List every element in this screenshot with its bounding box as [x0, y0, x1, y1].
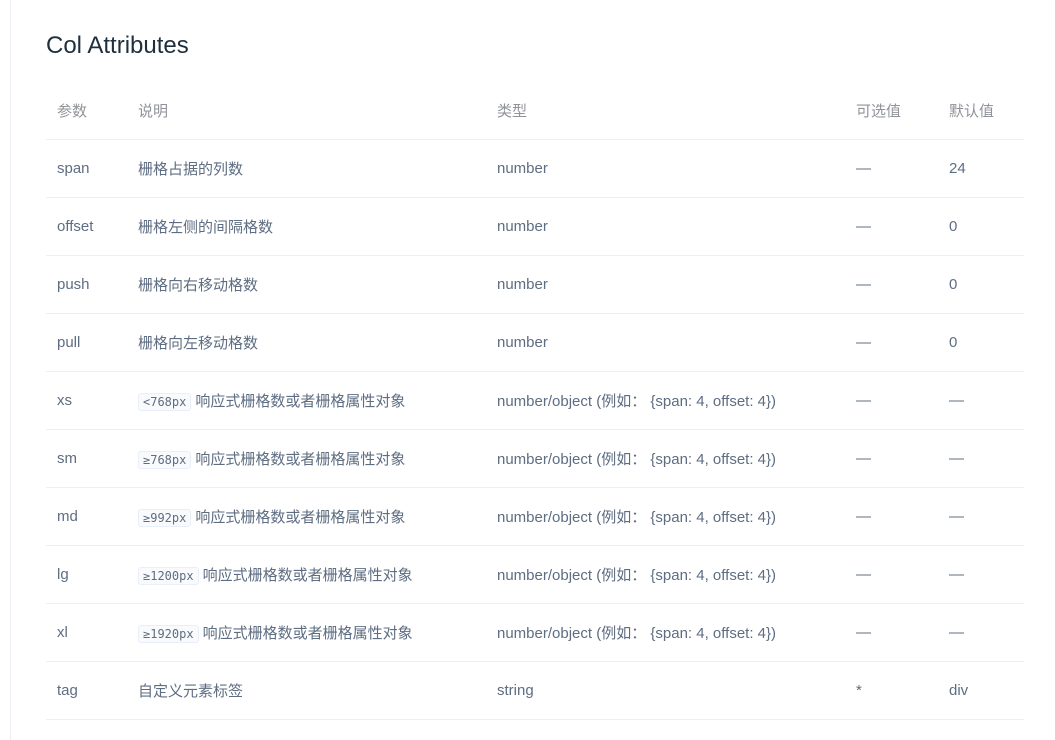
cell-desc: ≥992px 响应式栅格数或者栅格属性对象 [127, 487, 486, 546]
cell-type: string [486, 661, 845, 720]
cell-param: md [46, 487, 127, 546]
breakpoint-code: <768px [138, 393, 192, 411]
table-row: sm ≥768px 响应式栅格数或者栅格属性对象 number/object (例… [46, 429, 1024, 488]
section-title: Col Attributes [46, 32, 189, 59]
breakpoint-code: ≥1920px [138, 625, 199, 643]
cell-desc: 栅格左侧的间隔格数 [127, 197, 486, 256]
cell-desc: 栅格向左移动格数 [127, 313, 486, 372]
table-header-row: 参数 说明 类型 可选值 默认值 [46, 82, 1024, 140]
table-row: xl ≥1920px 响应式栅格数或者栅格属性对象 number/object (… [46, 603, 1024, 662]
desc-text: 响应式栅格数或者栅格属性对象 [195, 393, 406, 410]
cell-options: — [845, 139, 938, 198]
desc-text: 栅格左侧的间隔格数 [138, 219, 274, 236]
desc-text: 栅格向右移动格数 [138, 277, 259, 294]
table-row: span 栅格占据的列数 number — 24 [46, 139, 1024, 198]
cell-type: number/object (例如： {span: 4, offset: 4}) [486, 371, 845, 430]
table-row: xs <768px 响应式栅格数或者栅格属性对象 number/object (例… [46, 371, 1024, 430]
cell-default: 0 [938, 313, 1024, 372]
cell-param: push [46, 255, 127, 314]
cell-type: number/object (例如： {span: 4, offset: 4}) [486, 603, 845, 662]
header-default: 默认值 [938, 82, 1024, 140]
breakpoint-code: ≥768px [138, 451, 192, 469]
cell-desc: <768px 响应式栅格数或者栅格属性对象 [127, 371, 486, 430]
desc-text: 栅格向左移动格数 [138, 335, 259, 352]
table-row: tag 自定义元素标签 string * div [46, 661, 1024, 720]
cell-options: * [845, 661, 938, 720]
cell-options: — [845, 603, 938, 662]
cell-default: 24 [938, 139, 1024, 198]
cell-param: pull [46, 313, 127, 372]
cell-type: number/object (例如： {span: 4, offset: 4}) [486, 429, 845, 488]
cell-param: xl [46, 603, 127, 662]
cell-type: number/object (例如： {span: 4, offset: 4}) [486, 487, 845, 546]
main-content: Col Attributes 参数 说明 类型 可选值 默认值 span 栅格占… [46, 0, 1024, 720]
cell-default: — [938, 545, 1024, 604]
cell-desc: 自定义元素标签 [127, 661, 486, 720]
desc-text: 响应式栅格数或者栅格属性对象 [195, 509, 406, 526]
table-row: push 栅格向右移动格数 number — 0 [46, 255, 1024, 314]
table-row: pull 栅格向左移动格数 number — 0 [46, 313, 1024, 372]
cell-desc: ≥768px 响应式栅格数或者栅格属性对象 [127, 429, 486, 488]
cell-param: offset [46, 197, 127, 256]
header-param: 参数 [46, 82, 127, 140]
table-row: offset 栅格左侧的间隔格数 number — 0 [46, 197, 1024, 256]
cell-options: — [845, 255, 938, 314]
cell-type: number/object (例如： {span: 4, offset: 4}) [486, 545, 845, 604]
attributes-table: 参数 说明 类型 可选值 默认值 span 栅格占据的列数 number — 2… [46, 82, 1024, 720]
header-desc: 说明 [127, 82, 486, 140]
cell-type: number [486, 139, 845, 198]
table-row: md ≥992px 响应式栅格数或者栅格属性对象 number/object (例… [46, 487, 1024, 546]
desc-text: 响应式栅格数或者栅格属性对象 [202, 567, 413, 584]
cell-desc: ≥1200px 响应式栅格数或者栅格属性对象 [127, 545, 486, 604]
cell-param: sm [46, 429, 127, 488]
breakpoint-code: ≥992px [138, 509, 192, 527]
cell-param: xs [46, 371, 127, 430]
cell-default: — [938, 603, 1024, 662]
desc-text: 响应式栅格数或者栅格属性对象 [195, 451, 406, 468]
cell-default: — [938, 429, 1024, 488]
cell-desc: 栅格向右移动格数 [127, 255, 486, 314]
cell-options: — [845, 487, 938, 546]
header-type: 类型 [486, 82, 845, 140]
cell-desc: ≥1920px 响应式栅格数或者栅格属性对象 [127, 603, 486, 662]
cell-default: 0 [938, 255, 1024, 314]
header-options: 可选值 [845, 82, 938, 140]
cell-param: lg [46, 545, 127, 604]
desc-text: 栅格占据的列数 [138, 161, 244, 178]
breakpoint-code: ≥1200px [138, 567, 199, 585]
cell-default: — [938, 487, 1024, 546]
cell-options: — [845, 197, 938, 256]
desc-text: 自定义元素标签 [138, 683, 244, 700]
cell-options: — [845, 429, 938, 488]
cell-options: — [845, 545, 938, 604]
cell-param: span [46, 139, 127, 198]
cell-desc: 栅格占据的列数 [127, 139, 486, 198]
cell-options: — [845, 371, 938, 430]
cell-default: div [938, 661, 1024, 720]
cell-type: number [486, 197, 845, 256]
sidebar-divider [0, 0, 11, 740]
cell-type: number [486, 255, 845, 314]
table-row: lg ≥1200px 响应式栅格数或者栅格属性对象 number/object (… [46, 545, 1024, 604]
cell-type: number [486, 313, 845, 372]
desc-text: 响应式栅格数或者栅格属性对象 [202, 625, 413, 642]
cell-param: tag [46, 661, 127, 720]
cell-options: — [845, 313, 938, 372]
cell-default: 0 [938, 197, 1024, 256]
cell-default: — [938, 371, 1024, 430]
